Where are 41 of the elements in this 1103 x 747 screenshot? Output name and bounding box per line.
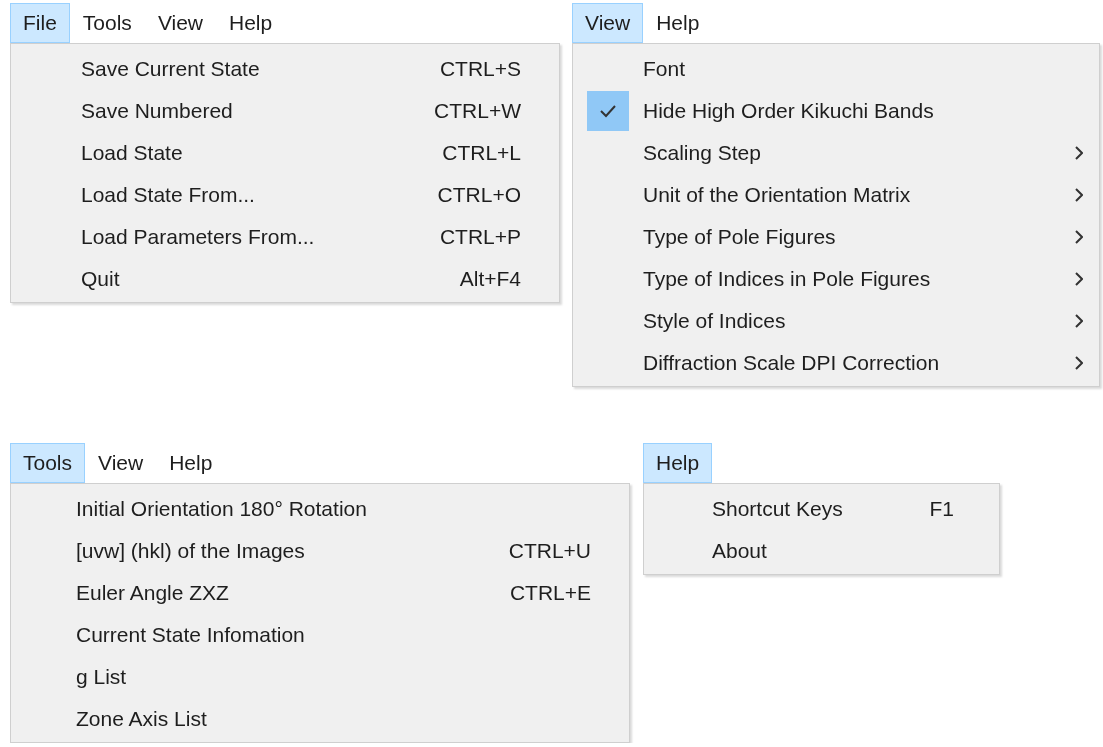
menu-item[interactable]: Type of Indices in Pole Figures (573, 258, 1099, 300)
menu-bar-item[interactable]: Help (643, 3, 713, 43)
menu-item[interactable]: g List (11, 656, 629, 698)
menu-item[interactable]: Initial Orientation 180° Rotation (11, 488, 629, 530)
menu-bar-item[interactable]: View (572, 3, 644, 43)
menu-bar-item[interactable]: Help (156, 443, 226, 483)
menu-item[interactable]: Scaling Step (573, 132, 1099, 174)
shortcut-text: F1 (929, 496, 955, 523)
menu-item[interactable]: Current State Infomation (11, 614, 629, 656)
menu-bar-item[interactable]: Help (643, 443, 713, 483)
menu-item[interactable]: [uvw] (hkl) of the Images CTRL+U (11, 530, 629, 572)
menu-item[interactable]: Zone Axis List (11, 698, 629, 740)
menu-item[interactable]: Load State From... CTRL+O (11, 174, 559, 216)
shortcut-text: CTRL+U (508, 538, 592, 565)
menu-item[interactable]: Hide High Order Kikuchi Bands (573, 90, 1099, 132)
menu-bar-item[interactable]: View (85, 443, 157, 483)
shortcut-text: CTRL+E (509, 580, 592, 607)
menu-bar-item[interactable]: Tools (10, 443, 86, 483)
menu-item[interactable]: Shortcut Keys F1 (644, 488, 999, 530)
menu-bar-item[interactable]: View (144, 3, 216, 43)
shortcut-text: Alt+F4 (459, 266, 522, 293)
menu-item[interactable]: Diffraction Scale DPI Correction (573, 342, 1099, 384)
menu-item[interactable]: Unit of the Orientation Matrix (573, 174, 1099, 216)
menu-item[interactable]: About (644, 530, 999, 572)
menu-bar-item[interactable]: Help (216, 3, 286, 43)
menu-item[interactable]: Load State CTRL+L (11, 132, 559, 174)
menu-bar-item[interactable]: Tools (69, 3, 145, 43)
menu-item[interactable]: Save Current State CTRL+S (11, 48, 559, 90)
shortcut-text: CTRL+W (434, 98, 522, 125)
menu-item[interactable]: Font (573, 48, 1099, 90)
shortcut-text: CTRL+S (439, 56, 522, 83)
shortcut-text: CTRL+L (442, 140, 522, 167)
menu-item[interactable]: Load Parameters From... CTRL+P (11, 216, 559, 258)
shortcut-text: CTRL+P (439, 224, 522, 251)
menu-item[interactable]: Type of Pole Figures (573, 216, 1099, 258)
menu-bar-item[interactable]: File (10, 3, 70, 43)
menu-item[interactable]: Save Numbered CTRL+W (11, 90, 559, 132)
shortcut-text: CTRL+O (437, 182, 522, 209)
menu-item[interactable]: Style of Indices (573, 300, 1099, 342)
menu-item[interactable]: Quit Alt+F4 (11, 258, 559, 300)
menu-item[interactable]: Euler Angle ZXZ CTRL+E (11, 572, 629, 614)
